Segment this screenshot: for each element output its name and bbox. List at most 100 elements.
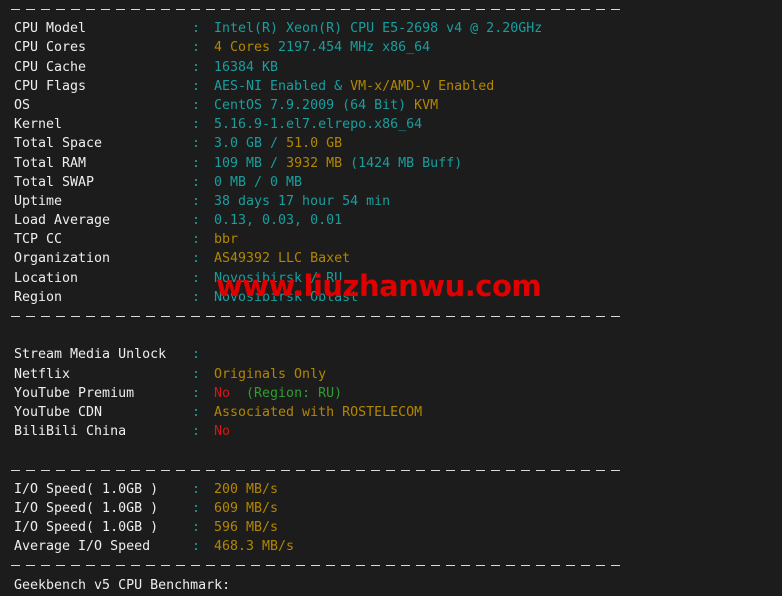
row-value-part: Novosibirsk Oblast [214,289,359,305]
row-value: 0 MB / 0 MB [214,175,302,190]
row-value-part: AS49392 LLC Baxet [214,251,351,267]
row-value-part: 2197.454 MHz x86_64 [270,40,431,56]
info-row: Average I/O Speed:468.3 MB/s [0,537,782,556]
row-value: 5.16.9-1.el7.elrepo.x86_64 [214,117,422,132]
divider-after-io [0,556,782,575]
row-value-part: / [262,155,287,171]
row-separator: : [192,155,201,171]
info-row: YouTube Premium: No (Region: RU) [0,384,782,403]
row-value-part: (1424 MB Buff) [342,155,463,171]
row-separator: : [192,78,201,94]
row-label: YouTube Premium [14,385,135,401]
row-label: Total Space [14,136,103,152]
divider-top [0,0,782,19]
row-value: Novosibirsk Oblast [214,290,358,305]
info-row: OS: CentOS 7.9.2009 (64 Bit) KVM [0,96,782,115]
row-value-part: KVM [414,97,439,113]
row-separator: : [192,174,201,190]
row-value: 0.13, 0.03, 0.01 [214,213,342,228]
row-label: Location [14,270,79,286]
info-row: Uptime:38 days 17 hour 54 min [0,192,782,211]
row-separator: : [192,136,201,152]
row-value: 596 MB/s [214,520,278,535]
row-value: 109 MB / 3932 MB (1424 MB Buff) [214,156,462,171]
divider-after-system [0,307,782,326]
row-separator: : [192,404,201,420]
info-row: CPU Cores:4 Cores 2197.454 MHz x86_64 [0,38,782,57]
row-separator: : [192,270,201,286]
info-row: Total RAM:109 MB / 3932 MB (1424 MB Buff… [0,154,782,173]
info-row: CPU Model: Intel(R) Xeon(R) CPU E5-2698 v… [0,19,782,38]
row-value-part: 38 days 17 hour 54 min [214,193,391,209]
info-row: CPU Cache:16384 KB [0,58,782,77]
row-separator: : [192,385,201,401]
row-label: I/O Speed( 1.0GB ) [14,500,159,516]
row-value-part: 51.0 GB [286,136,343,152]
row-value-part: 0 MB / 0 MB [214,174,303,190]
row-separator: : [192,366,201,382]
row-value-part: bbr [214,232,239,248]
row-label: I/O Speed( 1.0GB ) [14,481,159,497]
row-label: YouTube CDN [14,404,103,420]
row-value-part: 609 MB/s [214,500,279,516]
row-value: Novosibirsk / RU [214,271,342,286]
row-value-part: 0.13, 0.03, 0.01 [214,213,343,229]
info-row: I/O Speed( 1.0GB ):200 MB/s [0,480,782,499]
info-row: Load Average:0.13, 0.03, 0.01 [0,211,782,230]
row-value-part: 16384 KB [214,59,279,75]
info-row: I/O Speed( 1.0GB ):596 MB/s [0,518,782,537]
row-label: CPU Flags [14,78,87,94]
row-label: BiliBili China [14,424,127,440]
info-row: Total SWAP:0 MB / 0 MB [0,173,782,192]
io-speed-section: I/O Speed( 1.0GB ):200 MB/s I/O Speed( 1.… [0,480,782,557]
row-separator: : [192,520,201,536]
row-value-part: 109 MB [214,155,263,171]
row-separator: : [192,500,201,516]
row-value: Originals Only [214,367,326,382]
row-separator: : [192,193,201,209]
info-row: Total Space:3.0 GB / 51.0 GB [0,134,782,153]
row-value-part: Intel(R) Xeon(R) CPU E5-2698 v4 @ 2.20GH… [214,21,543,37]
row-value-part: AES-NI Enabled [214,78,327,94]
row-value-part: Originals Only [214,366,327,382]
row-separator: : [192,481,201,497]
row-separator: : [192,213,201,229]
row-label: Average I/O Speed [14,539,151,555]
row-value-part: 3.0 GB [214,136,263,152]
row-separator: : [192,97,201,113]
row-label: TCP CC [14,232,63,248]
row-separator: : [192,539,201,555]
row-label: OS [14,97,31,113]
stream-media-section: Stream Media Unlock: Netflix: Originals On… [0,345,782,441]
row-value-part: / [262,136,287,152]
row-value-part: VM-x/AMD-V Enabled [350,78,495,94]
row-separator: : [192,424,201,440]
row-value-part: No [214,424,231,440]
row-label: Total SWAP [14,174,95,190]
row-value: 200 MB/s [214,482,278,497]
row-value: AES-NI Enabled & VM-x/AMD-V Enabled [214,79,494,94]
row-value: 468.3 MB/s [214,539,294,554]
row-separator: : [192,117,201,133]
row-label: Kernel [14,117,63,133]
row-separator: : [192,59,201,75]
row-value-part: & [326,78,351,94]
row-value: No [214,424,230,439]
row-value: Intel(R) Xeon(R) CPU E5-2698 v4 @ 2.20GH… [214,21,542,36]
row-label: Organization [14,251,111,267]
divider-after-stream [0,461,782,480]
row-value-part [230,386,246,401]
info-row: CPU Flags: AES-NI Enabled & VM-x/AMD-V En… [0,77,782,96]
row-value-part: 200 MB/s [214,481,279,497]
row-separator: : [192,289,201,305]
row-value-part: 468.3 MB/s [214,539,295,555]
row-label: Total RAM [14,155,87,171]
info-row: YouTube CDN: Associated with ROSTELECOM [0,403,782,422]
row-label: Stream Media Unlock [14,347,167,363]
row-value: 609 MB/s [214,501,278,516]
row-label: Netflix [14,366,71,382]
row-value-part: Novosibirsk / RU [214,270,343,286]
row-value: 38 days 17 hour 54 min [214,194,390,209]
